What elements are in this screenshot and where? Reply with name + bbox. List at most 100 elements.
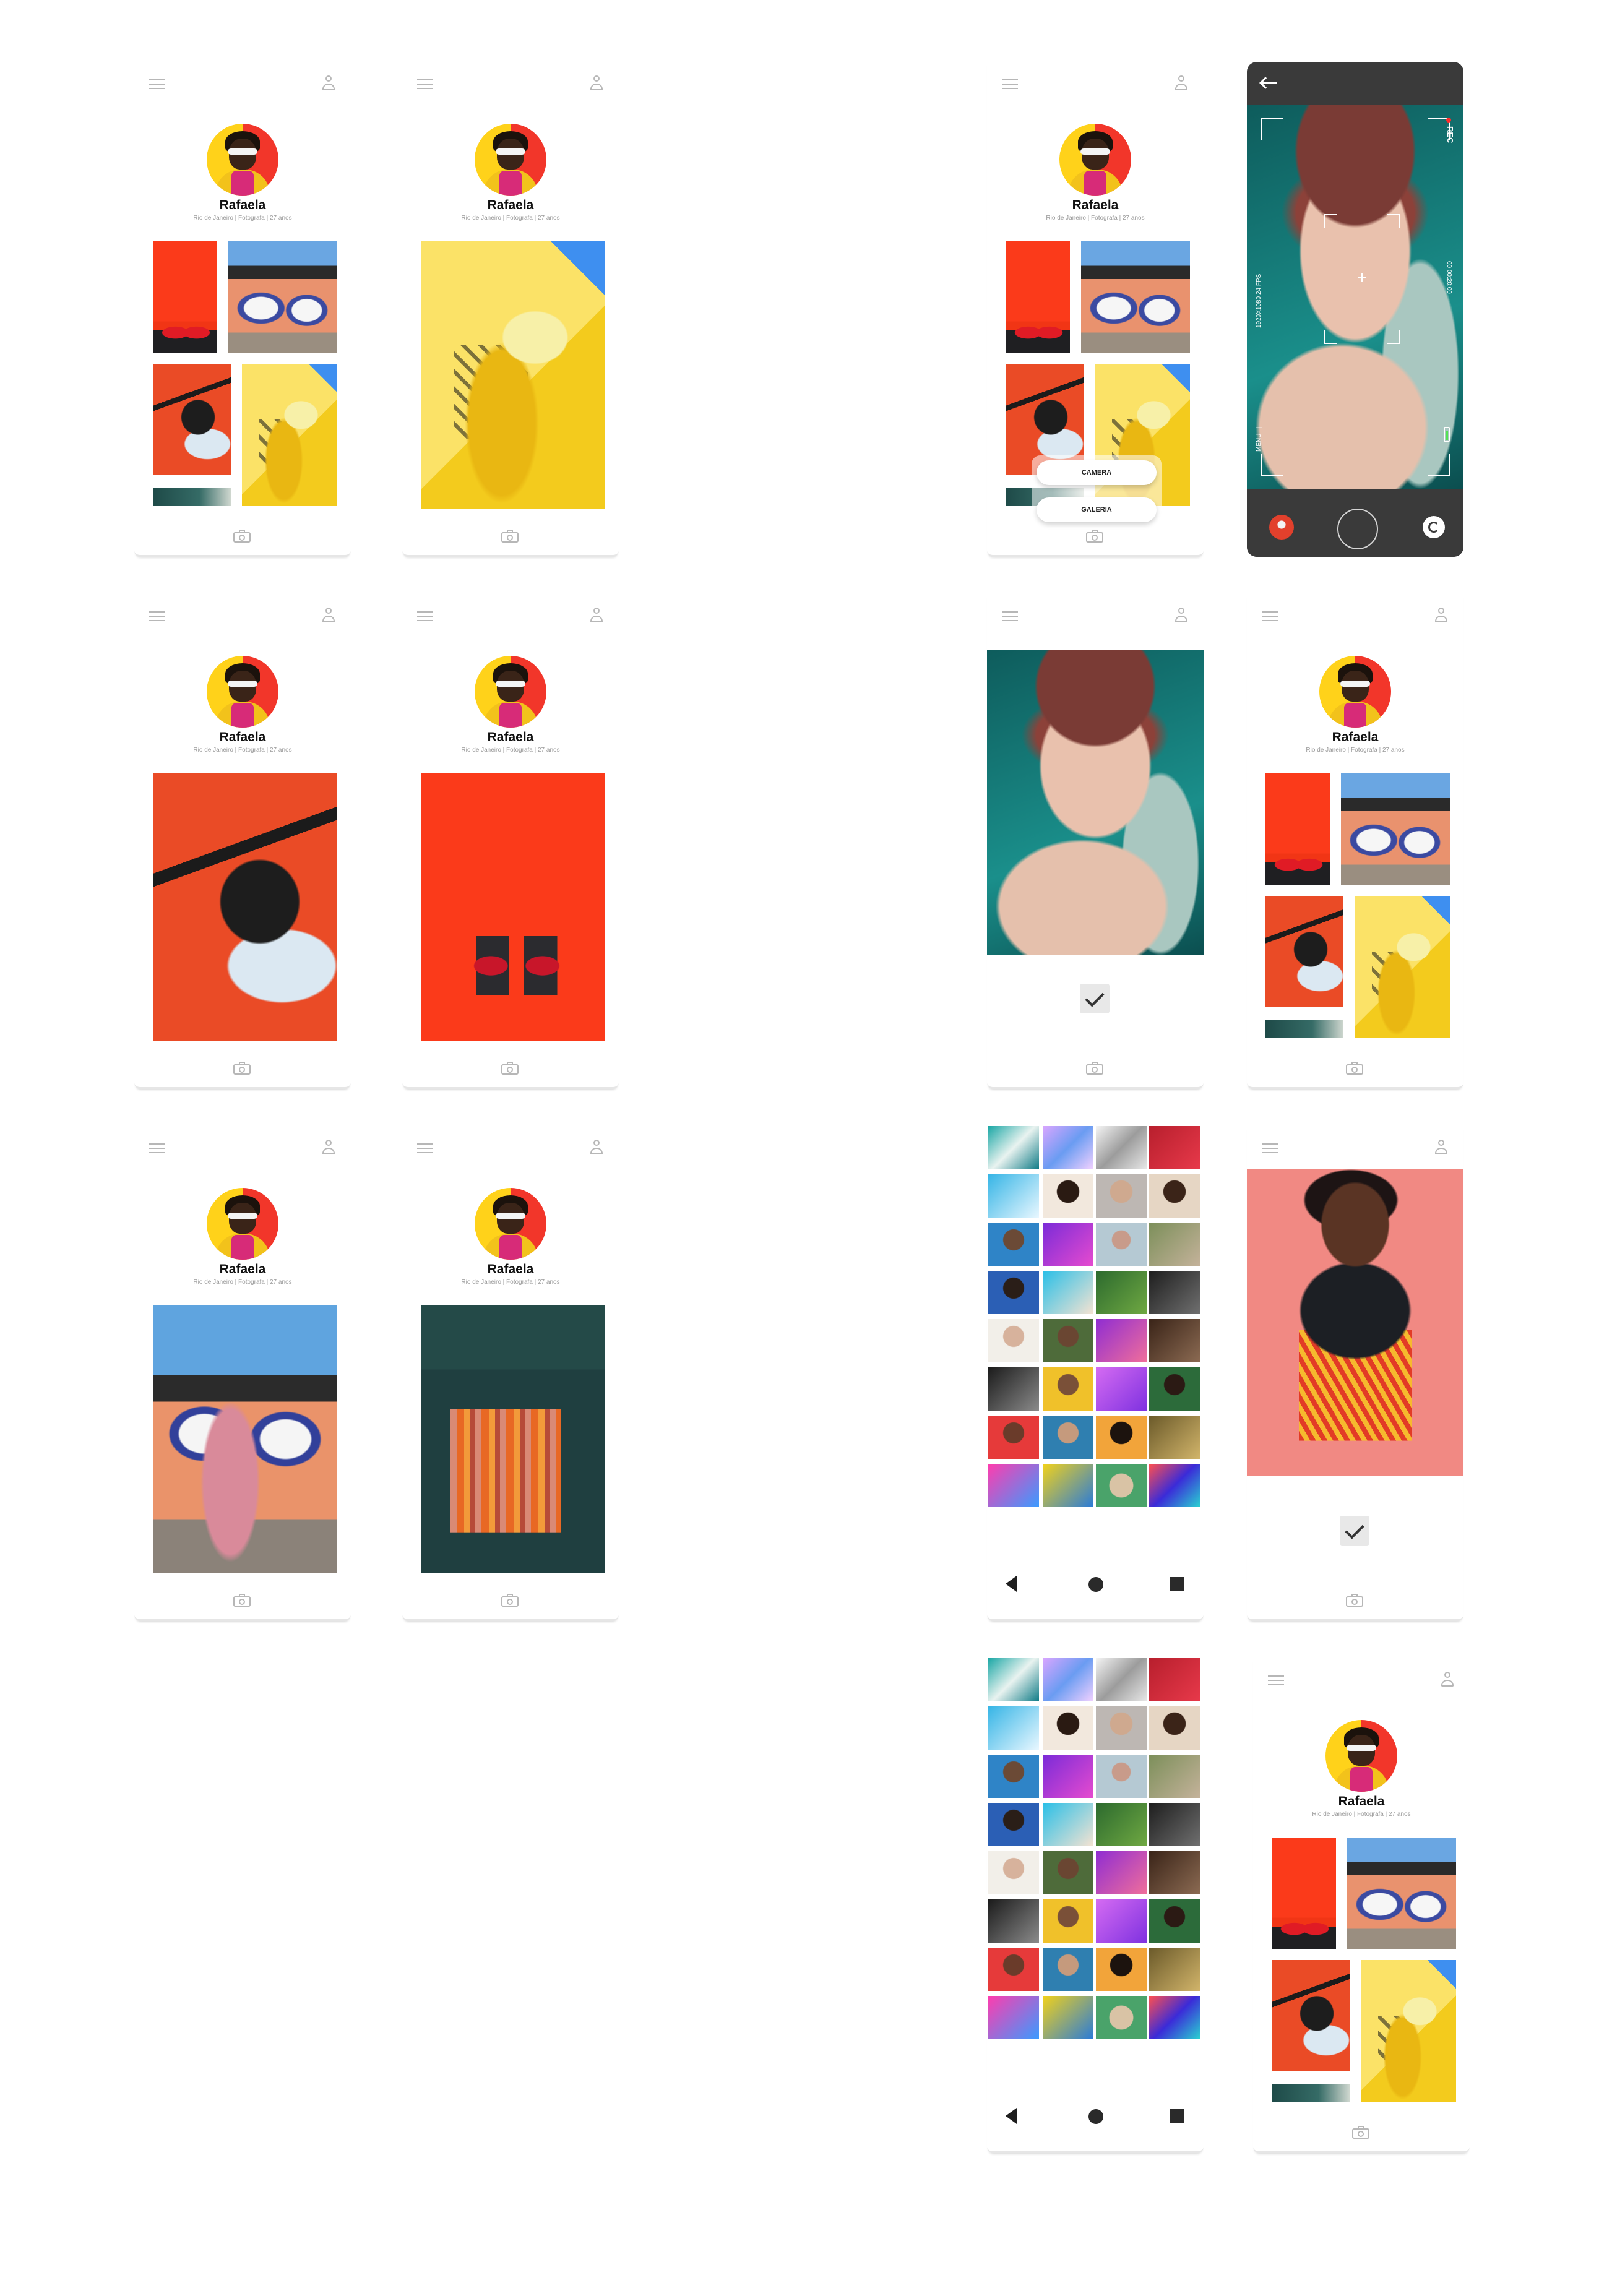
camera-icon[interactable] — [1086, 529, 1103, 543]
camera-icon[interactable] — [501, 1061, 519, 1075]
avatar[interactable] — [475, 1188, 546, 1260]
photo-thumbnail[interactable] — [153, 364, 231, 475]
camera-icon[interactable] — [1346, 1593, 1363, 1607]
photo-thumbnail[interactable] — [242, 364, 337, 506]
gallery-photo[interactable] — [1043, 1851, 1093, 1894]
photo-expanded[interactable] — [153, 773, 337, 1041]
gallery-photo[interactable] — [1149, 1174, 1200, 1218]
user-icon[interactable] — [1434, 1140, 1449, 1156]
nav-home-icon[interactable] — [1088, 1577, 1103, 1592]
gallery-photo[interactable] — [1096, 1899, 1147, 1943]
flip-camera-icon[interactable] — [1423, 516, 1445, 538]
gallery-photo[interactable] — [988, 1755, 1039, 1798]
gallery-photo[interactable] — [988, 1126, 1039, 1169]
camera-icon[interactable] — [1352, 2125, 1369, 2139]
gallery-photo[interactable] — [1043, 1996, 1093, 2039]
confirm-checkmark-button[interactable] — [1340, 1516, 1369, 1546]
gallery-photo[interactable] — [988, 1803, 1039, 1846]
nav-recent-apps-icon[interactable] — [1170, 1577, 1184, 1591]
gallery-photo[interactable] — [1043, 1948, 1093, 1991]
photo-thumbnail[interactable] — [1272, 1838, 1336, 1949]
photo-thumbnail[interactable] — [1347, 1838, 1456, 1949]
gallery-photo[interactable] — [1149, 1996, 1200, 2039]
shutter-button[interactable] — [1337, 509, 1378, 549]
camera-icon[interactable] — [501, 529, 519, 543]
photo-thumbnail[interactable] — [153, 488, 231, 506]
photo-expanded[interactable] — [153, 1305, 337, 1573]
photo-thumbnail[interactable] — [1355, 896, 1450, 1038]
photo-thumbnail[interactable] — [153, 241, 217, 353]
gallery-photo[interactable] — [1149, 1464, 1200, 1507]
last-photo-thumbnail[interactable] — [1269, 515, 1294, 540]
confirm-checkmark-button[interactable] — [1080, 984, 1110, 1013]
gallery-photo[interactable] — [1096, 1223, 1147, 1266]
gallery-photo[interactable] — [1149, 1706, 1200, 1750]
avatar[interactable] — [475, 124, 546, 196]
gallery-photo[interactable] — [1149, 1367, 1200, 1411]
photo-thumbnail[interactable] — [1006, 241, 1070, 353]
camera-icon[interactable] — [1346, 1061, 1363, 1075]
user-icon[interactable] — [321, 75, 336, 92]
gallery-photo[interactable] — [1096, 1271, 1147, 1314]
nav-back-icon[interactable] — [1006, 2108, 1017, 2124]
gallery-photo[interactable] — [1096, 1658, 1147, 1701]
user-icon[interactable] — [1434, 608, 1449, 624]
photo-thumbnail[interactable] — [1265, 896, 1343, 1007]
gallery-option-button[interactable]: GALERIA — [1037, 497, 1157, 522]
nav-home-icon[interactable] — [1088, 2109, 1103, 2124]
user-icon[interactable] — [321, 1140, 336, 1156]
gallery-photo[interactable] — [1149, 1899, 1200, 1943]
gallery-photo[interactable] — [1043, 1706, 1093, 1750]
gallery-photo[interactable] — [988, 1706, 1039, 1750]
gallery-photo[interactable] — [1096, 1126, 1147, 1169]
hamburger-menu-icon[interactable] — [1002, 79, 1018, 89]
user-icon[interactable] — [1440, 1672, 1455, 1688]
user-icon[interactable] — [321, 608, 336, 624]
photo-thumbnail[interactable] — [1341, 773, 1450, 885]
nav-back-icon[interactable] — [1006, 1576, 1017, 1592]
gallery-photo[interactable] — [1149, 1319, 1200, 1362]
photo-thumbnail[interactable] — [1361, 1960, 1456, 2102]
gallery-photo[interactable] — [1043, 1464, 1093, 1507]
hamburger-menu-icon[interactable] — [149, 79, 165, 89]
photo-thumbnail[interactable] — [228, 241, 337, 353]
camera-icon[interactable] — [233, 1593, 251, 1607]
avatar[interactable] — [1059, 124, 1131, 196]
gallery-photo[interactable] — [988, 1319, 1039, 1362]
gallery-photo[interactable] — [1096, 1851, 1147, 1894]
hamburger-menu-icon[interactable] — [417, 611, 433, 621]
gallery-photo[interactable] — [988, 1851, 1039, 1894]
photo-thumbnail[interactable] — [1265, 773, 1330, 885]
gallery-photo[interactable] — [1149, 1271, 1200, 1314]
gallery-photo[interactable] — [1149, 1948, 1200, 1991]
photo-expanded[interactable] — [421, 773, 605, 1041]
hamburger-menu-icon[interactable] — [417, 1143, 433, 1153]
gallery-photo[interactable] — [1149, 1416, 1200, 1459]
gallery-photo[interactable] — [1043, 1367, 1093, 1411]
gallery-photo[interactable] — [1043, 1899, 1093, 1943]
gallery-photo[interactable] — [1043, 1755, 1093, 1798]
arrow-left-icon[interactable] — [1259, 77, 1278, 89]
gallery-photo[interactable] — [1043, 1223, 1093, 1266]
gallery-photo[interactable] — [1149, 1658, 1200, 1701]
hamburger-menu-icon[interactable] — [1262, 611, 1278, 621]
gallery-photo[interactable] — [988, 1174, 1039, 1218]
hamburger-menu-icon[interactable] — [149, 1143, 165, 1153]
gallery-photo[interactable] — [1096, 1996, 1147, 2039]
gallery-photo[interactable] — [988, 1658, 1039, 1701]
hamburger-menu-icon[interactable] — [1262, 1143, 1278, 1153]
user-icon[interactable] — [589, 75, 604, 92]
gallery-photo[interactable] — [1043, 1416, 1093, 1459]
user-icon[interactable] — [589, 1140, 604, 1156]
photo-thumbnail[interactable] — [1081, 241, 1190, 353]
gallery-photo[interactable] — [1043, 1126, 1093, 1169]
photo-expanded[interactable] — [421, 241, 605, 509]
camera-viewfinder[interactable]: REC 00:00:20:00 1920X1080 24 FPS MENU | … — [1247, 105, 1463, 489]
gallery-photo[interactable] — [1149, 1223, 1200, 1266]
camera-icon[interactable] — [501, 1593, 519, 1607]
camera-icon[interactable] — [233, 529, 251, 543]
avatar[interactable] — [1325, 1720, 1397, 1792]
gallery-photo[interactable] — [1096, 1948, 1147, 1991]
gallery-photo[interactable] — [988, 1416, 1039, 1459]
gallery-photo[interactable] — [988, 1464, 1039, 1507]
